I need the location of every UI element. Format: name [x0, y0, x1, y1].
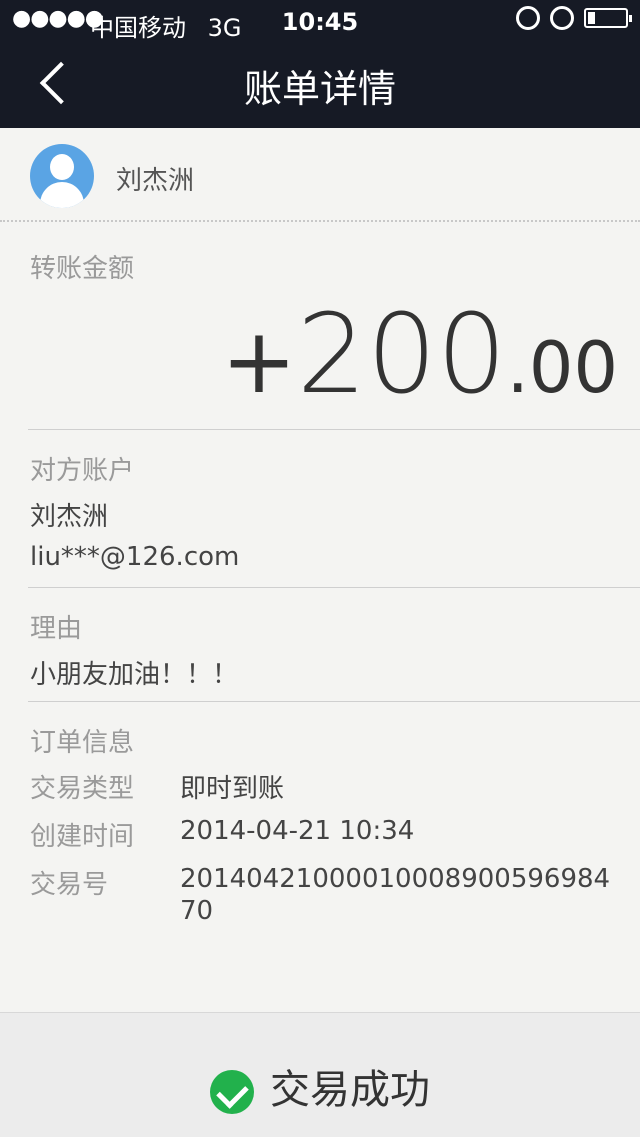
- transaction-type-label: 交易类型: [30, 774, 135, 804]
- transaction-number-line1: 20140421000010008900596984: [180, 864, 611, 894]
- battery-fill: [588, 12, 595, 24]
- counterparty-label: 对方账户: [30, 456, 135, 486]
- order-info-label: 订单信息: [30, 728, 135, 758]
- status-bar: ●●●●● 中国移动 3G 10:45: [0, 0, 640, 42]
- rotation-lock-icon: [516, 6, 540, 30]
- payer-name: 刘杰洲: [116, 166, 195, 196]
- divider: [28, 429, 640, 430]
- battery-icon: [584, 8, 632, 28]
- created-time-label: 创建时间: [30, 822, 135, 852]
- created-time-value: 2014-04-21 10:34: [180, 816, 415, 846]
- status-icons: [516, 6, 632, 30]
- transaction-status-text: 交易成功: [270, 1067, 430, 1113]
- counterparty-name: 刘杰洲: [30, 502, 109, 532]
- transaction-number-label: 交易号: [30, 870, 109, 900]
- alarm-icon: [550, 6, 574, 30]
- status-footer: 交易成功: [0, 1012, 640, 1137]
- divider: [28, 587, 640, 588]
- payer-row[interactable]: 刘杰洲: [0, 128, 640, 222]
- reason-label: 理由: [30, 614, 83, 644]
- amount-decimal: .00: [506, 327, 618, 409]
- check-circle-icon: [210, 1070, 254, 1114]
- user-avatar-icon: [30, 144, 94, 208]
- page-title: 账单详情: [243, 67, 396, 111]
- counterparty-account: liu***@126.com: [30, 542, 240, 572]
- amount-value: +200.00: [221, 290, 618, 418]
- amount-integer: 200: [296, 290, 507, 418]
- transaction-number-line2: 70: [180, 896, 214, 926]
- amount-sign: +: [221, 309, 297, 414]
- transaction-status: 交易成功: [0, 1057, 640, 1115]
- divider: [28, 701, 640, 702]
- transaction-type-value: 即时到账: [180, 774, 285, 804]
- header: ●●●●● 中国移动 3G 10:45 账单详情: [0, 0, 640, 128]
- reason-text: 小朋友加油！！！: [30, 660, 239, 690]
- amount-label: 转账金额: [30, 254, 135, 284]
